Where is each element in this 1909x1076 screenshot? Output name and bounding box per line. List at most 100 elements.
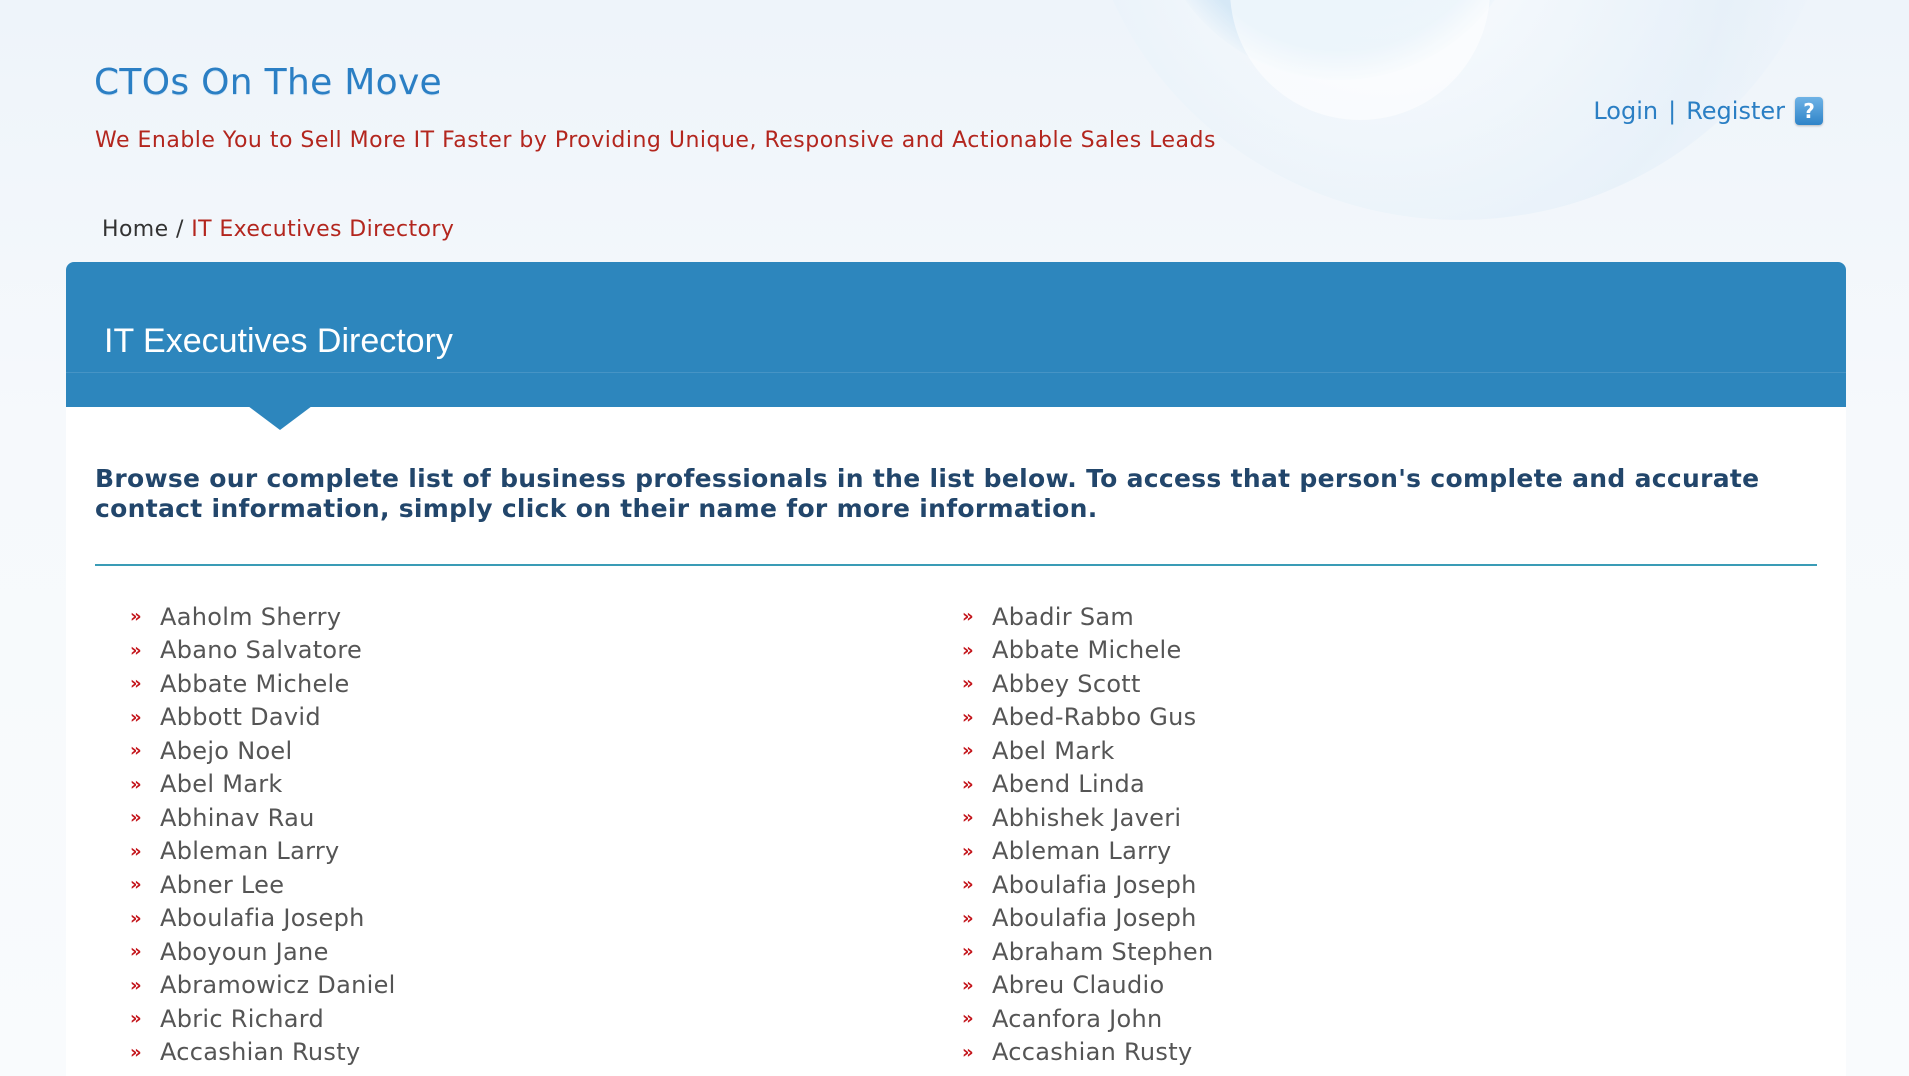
bullet-icon: » bbox=[130, 606, 142, 628]
list-item: » Abbate Michele bbox=[962, 634, 1213, 668]
directory-list-right: » Abadir Sam » Abbate Michele » Abbey Scott » A… bbox=[962, 600, 1213, 1069]
bullet-icon: » bbox=[962, 807, 974, 829]
executive-name-link[interactable]: Abano Salvatore bbox=[160, 636, 362, 664]
site-logo[interactable]: CTOs On The Move bbox=[94, 62, 442, 103]
list-item: » Accashian Rusty bbox=[130, 1036, 396, 1070]
executive-name-link[interactable]: Aboulafia Joseph bbox=[992, 904, 1197, 932]
list-item: » Abend Linda bbox=[962, 768, 1213, 802]
breadcrumb-home[interactable]: Home bbox=[102, 217, 169, 242]
list-item: » Abel Mark bbox=[130, 768, 396, 802]
executive-name-link[interactable]: Acanfora John bbox=[992, 1005, 1163, 1033]
executive-name-link[interactable]: Abreu Claudio bbox=[992, 971, 1164, 999]
section-divider bbox=[95, 564, 1817, 566]
bullet-icon: » bbox=[962, 974, 974, 996]
site-tagline: We Enable You to Sell More IT Faster by … bbox=[95, 128, 1216, 153]
bullet-icon: » bbox=[130, 974, 142, 996]
executive-name-link[interactable]: Abhishek Javeri bbox=[992, 804, 1181, 832]
executive-name-link[interactable]: Abbate Michele bbox=[160, 670, 350, 698]
bullet-icon: » bbox=[130, 740, 142, 762]
executive-name-link[interactable]: Abel Mark bbox=[992, 737, 1115, 765]
list-item: » Abreu Claudio bbox=[962, 969, 1213, 1003]
bullet-icon: » bbox=[130, 1041, 142, 1063]
bullet-icon: » bbox=[962, 840, 974, 862]
executive-name-link[interactable]: Accashian Rusty bbox=[992, 1038, 1192, 1066]
breadcrumb: Home / IT Executives Directory bbox=[102, 217, 454, 242]
executive-name-link[interactable]: Aaholm Sherry bbox=[160, 603, 341, 631]
list-item: » Acanfora John bbox=[962, 1002, 1213, 1036]
bullet-icon: » bbox=[962, 874, 974, 896]
bullet-icon: » bbox=[962, 706, 974, 728]
bullet-icon: » bbox=[962, 773, 974, 795]
executive-name-link[interactable]: Ableman Larry bbox=[992, 837, 1172, 865]
bullet-icon: » bbox=[962, 673, 974, 695]
list-item: » Accashian Rusty bbox=[962, 1036, 1213, 1070]
list-item: » Aboulafia Joseph bbox=[962, 868, 1213, 902]
list-item: » Ableman Larry bbox=[962, 835, 1213, 869]
page: CTOs On The Move We Enable You to Sell M… bbox=[0, 0, 1909, 1076]
executive-name-link[interactable]: Abejo Noel bbox=[160, 737, 292, 765]
executive-name-link[interactable]: Abel Mark bbox=[160, 770, 283, 798]
list-item: » Aboyoun Jane bbox=[130, 935, 396, 969]
executive-name-link[interactable]: Abbott David bbox=[160, 703, 321, 731]
list-item: » Abric Richard bbox=[130, 1002, 396, 1036]
list-item: » Abhinav Rau bbox=[130, 801, 396, 835]
list-item: » Abbate Michele bbox=[130, 667, 396, 701]
executive-name-link[interactable]: Abend Linda bbox=[992, 770, 1145, 798]
bullet-icon: » bbox=[130, 1008, 142, 1030]
bullet-icon: » bbox=[962, 740, 974, 762]
list-item: » Abadir Sam bbox=[962, 600, 1213, 634]
bullet-icon: » bbox=[130, 706, 142, 728]
intro-text: Browse our complete list of business pro… bbox=[95, 464, 1760, 523]
bullet-icon: » bbox=[130, 874, 142, 896]
link-separator: | bbox=[1668, 97, 1677, 125]
bullet-icon: » bbox=[962, 907, 974, 929]
directory-panel: IT Executives Directory Browse our compl… bbox=[66, 262, 1846, 1076]
executive-name-link[interactable]: Aboulafia Joseph bbox=[160, 904, 365, 932]
executive-name-link[interactable]: Accashian Rusty bbox=[160, 1038, 360, 1066]
breadcrumb-current: IT Executives Directory bbox=[191, 217, 455, 242]
directory-list-left: » Aaholm Sherry » Abano Salvatore » Abbate Mi… bbox=[130, 600, 396, 1069]
login-link[interactable]: Login bbox=[1593, 97, 1658, 125]
executive-name-link[interactable]: Abhinav Rau bbox=[160, 804, 315, 832]
executive-name-link[interactable]: Aboyoun Jane bbox=[160, 938, 329, 966]
executive-name-link[interactable]: Abbey Scott bbox=[992, 670, 1141, 698]
list-item: » Aboulafia Joseph bbox=[962, 902, 1213, 936]
executive-name-link[interactable]: Abed-Rabbo Gus bbox=[992, 703, 1196, 731]
page-title: IT Executives Directory bbox=[104, 322, 453, 360]
bullet-icon: » bbox=[130, 941, 142, 963]
bullet-icon: » bbox=[962, 941, 974, 963]
bullet-icon: » bbox=[962, 1041, 974, 1063]
panel-header-pointer bbox=[248, 406, 312, 430]
executive-name-link[interactable]: Abner Lee bbox=[160, 871, 284, 899]
panel-header-divider bbox=[66, 372, 1846, 373]
list-item: » Abraham Stephen bbox=[962, 935, 1213, 969]
executive-name-link[interactable]: Aboulafia Joseph bbox=[992, 871, 1197, 899]
bullet-icon: » bbox=[962, 639, 974, 661]
panel-header: IT Executives Directory bbox=[66, 262, 1846, 407]
breadcrumb-separator: / bbox=[175, 217, 184, 242]
executive-name-link[interactable]: Abbate Michele bbox=[992, 636, 1182, 664]
bullet-icon: » bbox=[130, 807, 142, 829]
list-item: » Abramowicz Daniel bbox=[130, 969, 396, 1003]
list-item: » Abel Mark bbox=[962, 734, 1213, 768]
list-item: » Abbott David bbox=[130, 701, 396, 735]
list-item: » Abano Salvatore bbox=[130, 634, 396, 668]
bullet-icon: » bbox=[130, 673, 142, 695]
executive-name-link[interactable]: Abraham Stephen bbox=[992, 938, 1213, 966]
executive-name-link[interactable]: Abadir Sam bbox=[992, 603, 1134, 631]
executive-name-link[interactable]: Abric Richard bbox=[160, 1005, 324, 1033]
bullet-icon: » bbox=[130, 907, 142, 929]
bullet-icon: » bbox=[962, 1008, 974, 1030]
executive-name-link[interactable]: Abramowicz Daniel bbox=[160, 971, 396, 999]
help-icon[interactable]: ? bbox=[1795, 97, 1823, 125]
bullet-icon: » bbox=[130, 639, 142, 661]
bullet-icon: » bbox=[962, 606, 974, 628]
list-item: » Abhishek Javeri bbox=[962, 801, 1213, 835]
list-item: » Abner Lee bbox=[130, 868, 396, 902]
list-item: » Abbey Scott bbox=[962, 667, 1213, 701]
bullet-icon: » bbox=[130, 773, 142, 795]
register-link[interactable]: Register bbox=[1686, 97, 1785, 125]
list-item: » Ableman Larry bbox=[130, 835, 396, 869]
list-item: » Aboulafia Joseph bbox=[130, 902, 396, 936]
executive-name-link[interactable]: Ableman Larry bbox=[160, 837, 340, 865]
